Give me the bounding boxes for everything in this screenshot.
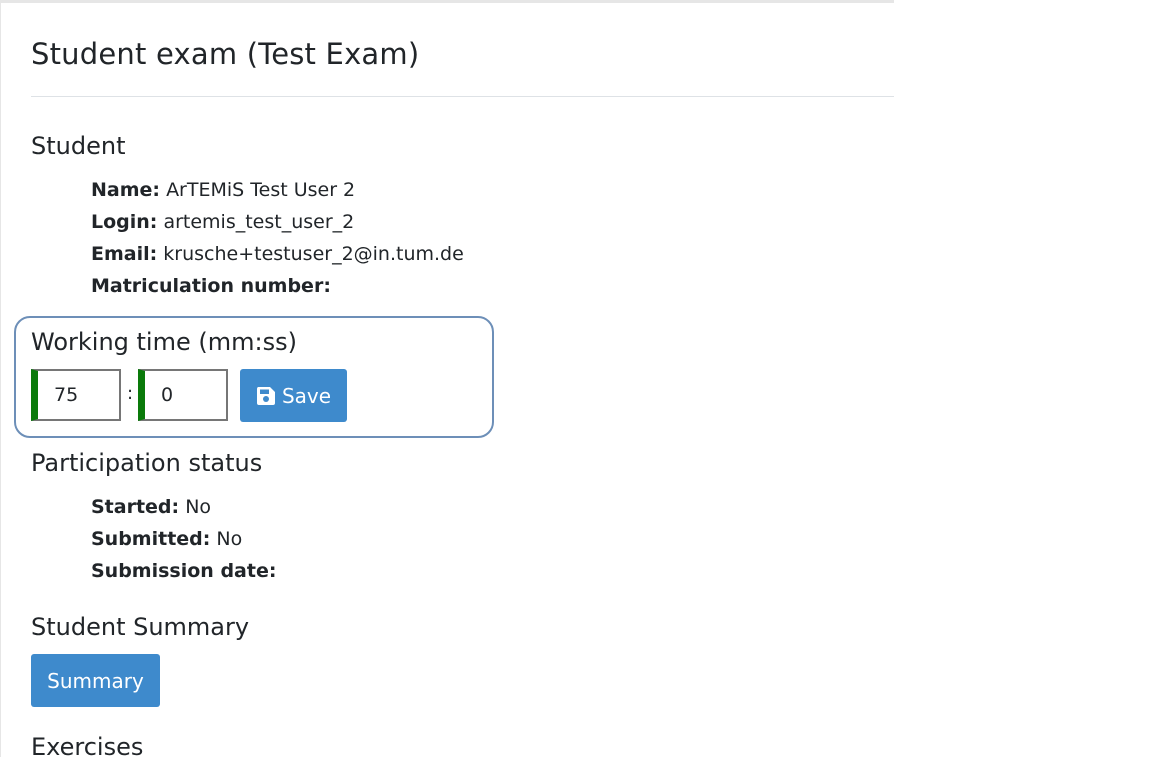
summary-button[interactable]: Summary xyxy=(31,654,160,707)
student-summary-heading: Student Summary xyxy=(31,613,250,641)
student-exam-page: Student exam (Test Exam) Student Name: A… xyxy=(0,0,1152,757)
student-email-label: Email: xyxy=(91,243,158,265)
working-time-heading: Working time (mm:ss) xyxy=(31,328,297,356)
student-matriculation-label: Matriculation number: xyxy=(91,275,331,297)
student-matriculation-row: Matriculation number: xyxy=(91,273,331,299)
student-email-row: Email: krusche+testuser_2@in.tum.de xyxy=(91,241,464,267)
student-heading: Student xyxy=(31,132,126,160)
time-separator: : xyxy=(127,383,134,404)
submission-date-label: Submission date: xyxy=(91,560,277,582)
student-name-value: ArTEMiS Test User 2 xyxy=(166,179,356,201)
student-login-label: Login: xyxy=(91,211,158,233)
participation-started-row: Started: No xyxy=(91,494,211,520)
participation-submitted-row: Submitted: No xyxy=(91,526,242,552)
save-button-label: Save xyxy=(281,383,332,408)
page-title: Student exam (Test Exam) xyxy=(31,37,420,71)
top-border xyxy=(0,0,894,3)
started-label: Started: xyxy=(91,496,180,518)
left-border xyxy=(0,0,1,757)
title-divider xyxy=(31,96,894,97)
floppy-disk-icon xyxy=(256,386,276,406)
student-login-value: artemis_test_user_2 xyxy=(163,211,355,233)
working-time-minutes-input[interactable] xyxy=(31,369,121,421)
student-email-value: krusche+testuser_2@in.tum.de xyxy=(163,243,464,265)
participation-heading: Participation status xyxy=(31,449,263,477)
student-login-row: Login: artemis_test_user_2 xyxy=(91,209,354,235)
participation-submission-date-row: Submission date: xyxy=(91,558,276,584)
submitted-value: No xyxy=(216,528,243,550)
student-name-row: Name: ArTEMiS Test User 2 xyxy=(91,177,355,203)
student-name-label: Name: xyxy=(91,179,161,201)
submitted-label: Submitted: xyxy=(91,528,211,550)
save-working-time-button[interactable]: Save xyxy=(240,369,347,422)
exercises-heading: Exercises xyxy=(31,733,144,757)
working-time-seconds-input[interactable] xyxy=(138,369,228,421)
started-value: No xyxy=(185,496,212,518)
